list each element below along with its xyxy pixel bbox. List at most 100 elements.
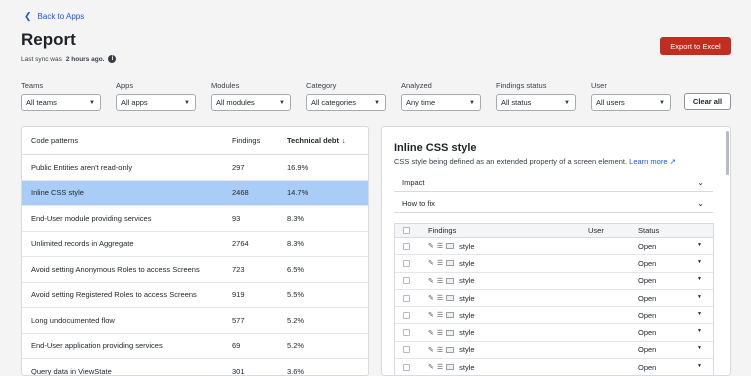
table-row[interactable]: Unlimited records in Aggregate 2764 8.3% [22, 232, 368, 257]
edit-icon[interactable]: ✎ [428, 346, 434, 354]
accordion-how-to-fix[interactable]: How to fix ⌄ [394, 195, 713, 213]
row-select-cell [395, 363, 428, 371]
filter-label: Teams [21, 81, 44, 90]
caret-down-icon: ▼ [697, 276, 702, 283]
finding-row[interactable]: ✎ ☰ style Open ▼ [395, 359, 713, 375]
table-row[interactable]: Inline CSS style 2468 14.7% [22, 180, 368, 206]
status-value: Open [638, 258, 657, 268]
status-dropdown[interactable]: Open ▼ [638, 276, 708, 285]
edit-icon[interactable]: ✎ [428, 363, 434, 371]
export-to-excel-button[interactable]: Export to Excel [660, 37, 731, 55]
row-select-cell [395, 259, 428, 267]
analyzed-select[interactable]: Any time ▼ [401, 94, 481, 111]
table-row[interactable]: End-User application providing services 6… [22, 334, 368, 359]
info-icon[interactable]: i [108, 55, 117, 63]
finding-name: style [459, 345, 475, 355]
user-select[interactable]: All users ▼ [591, 94, 671, 111]
row-checkbox[interactable] [403, 311, 410, 319]
select-value: All users [596, 98, 625, 107]
edit-icon[interactable]: ✎ [428, 329, 434, 337]
cell-debt: 5.2% [287, 315, 305, 325]
list-icon[interactable]: ☰ [437, 311, 443, 319]
select-value: All apps [121, 98, 148, 107]
document-icon [446, 295, 455, 302]
select-all-checkbox[interactable] [403, 227, 410, 234]
status-dropdown[interactable]: Open ▼ [638, 328, 708, 337]
status-dropdown[interactable]: Open ▼ [638, 259, 708, 268]
table-row[interactable]: Avoid setting Registered Roles to access… [22, 283, 368, 308]
accordion-impact[interactable]: Impact ⌄ [394, 174, 713, 192]
finding-row[interactable]: ✎ ☰ style Open ▼ [395, 324, 713, 342]
status-dropdown[interactable]: Open ▼ [638, 363, 708, 372]
scrollbar[interactable] [726, 131, 729, 175]
list-icon[interactable]: ☰ [437, 242, 443, 250]
cell-findings: 2468 [232, 188, 249, 198]
teams-select[interactable]: All teams ▼ [21, 94, 101, 111]
list-icon[interactable]: ☰ [437, 259, 443, 267]
column-header-technical-debt[interactable]: Technical debt ↓ [287, 136, 357, 145]
code-patterns-table: Code patterns Findings Technical debt ↓ P… [21, 126, 369, 376]
status-dropdown[interactable]: Open ▼ [638, 242, 708, 251]
status-value: Open [638, 328, 657, 338]
edit-icon[interactable]: ✎ [428, 294, 434, 302]
finding-row[interactable]: ✎ ☰ style Open ▼ [395, 238, 713, 256]
finding-row[interactable]: ✎ ☰ style Open ▼ [395, 255, 713, 273]
table-row[interactable]: Avoid setting Anonymous Roles to access … [22, 257, 368, 283]
row-checkbox[interactable] [403, 259, 410, 267]
list-icon[interactable]: ☰ [437, 277, 443, 285]
row-checkbox[interactable] [403, 294, 410, 302]
external-link-icon: ↗ [669, 157, 676, 166]
finding-cell: ✎ ☰ style [428, 328, 588, 337]
clear-all-button[interactable]: Clear all [684, 93, 731, 110]
column-header-findings: Findings [428, 226, 457, 235]
table-row[interactable]: Long undocumented flow 577 5.2% [22, 308, 368, 334]
filter-label: Apps [116, 81, 134, 90]
list-icon[interactable]: ☰ [437, 294, 443, 302]
row-checkbox[interactable] [403, 329, 410, 337]
cell-name: Public Entities aren't read-only [31, 162, 133, 172]
finding-name: style [459, 258, 475, 268]
row-checkbox[interactable] [403, 363, 410, 371]
finding-cell: ✎ ☰ style [428, 294, 588, 303]
caret-down-icon: ▼ [659, 99, 665, 106]
edit-icon[interactable]: ✎ [428, 259, 434, 267]
edit-icon[interactable]: ✎ [428, 277, 434, 285]
edit-icon[interactable]: ✎ [428, 242, 434, 250]
list-icon[interactable]: ☰ [437, 329, 443, 337]
finding-row[interactable]: ✎ ☰ style Open ▼ [395, 307, 713, 325]
list-icon[interactable]: ☰ [437, 346, 443, 354]
row-checkbox[interactable] [403, 346, 410, 354]
document-icon [446, 277, 455, 284]
back-to-apps-link[interactable]: ❮ Back to Apps [24, 11, 84, 22]
column-header-code-patterns[interactable]: Code patterns [22, 136, 232, 145]
finding-row[interactable]: ✎ ☰ style Open ▼ [395, 290, 713, 308]
select-all-cell [395, 227, 428, 234]
modules-select[interactable]: All modules ▼ [211, 94, 291, 111]
accordion-label: How to fix [402, 199, 435, 208]
cell-name: Inline CSS style [31, 188, 84, 198]
caret-down-icon: ▼ [374, 99, 380, 106]
chevron-left-icon: ❮ [24, 11, 32, 21]
finding-row[interactable]: ✎ ☰ style Open ▼ [395, 342, 713, 360]
cell-debt: 5.2% [287, 341, 305, 351]
finding-row[interactable]: ✎ ☰ style Open ▼ [395, 273, 713, 290]
table-row[interactable]: Query data in ViewState 301 3.6% [22, 359, 368, 375]
select-value: All modules [216, 98, 255, 107]
table-row[interactable]: Public Entities aren't read-only 297 16.9% [22, 155, 368, 181]
status-dropdown[interactable]: Open ▼ [638, 294, 708, 303]
table-row[interactable]: End-User module providing services 93 8.3% [22, 206, 368, 232]
learn-more-link[interactable]: Learn more ↗ [629, 157, 676, 166]
apps-select[interactable]: All apps ▼ [116, 94, 196, 111]
cell-findings: 93 [232, 213, 241, 223]
column-header-findings[interactable]: Findings [232, 136, 287, 145]
select-value: All categories [311, 98, 357, 107]
list-icon[interactable]: ☰ [437, 363, 443, 371]
findings-status-select[interactable]: All status ▼ [496, 94, 576, 111]
row-checkbox[interactable] [403, 277, 410, 285]
category-select[interactable]: All categories ▼ [306, 94, 386, 111]
row-checkbox[interactable] [403, 242, 410, 250]
column-header-status: Status [638, 226, 660, 235]
status-dropdown[interactable]: Open ▼ [638, 345, 708, 354]
status-dropdown[interactable]: Open ▼ [638, 311, 708, 320]
edit-icon[interactable]: ✎ [428, 311, 434, 319]
